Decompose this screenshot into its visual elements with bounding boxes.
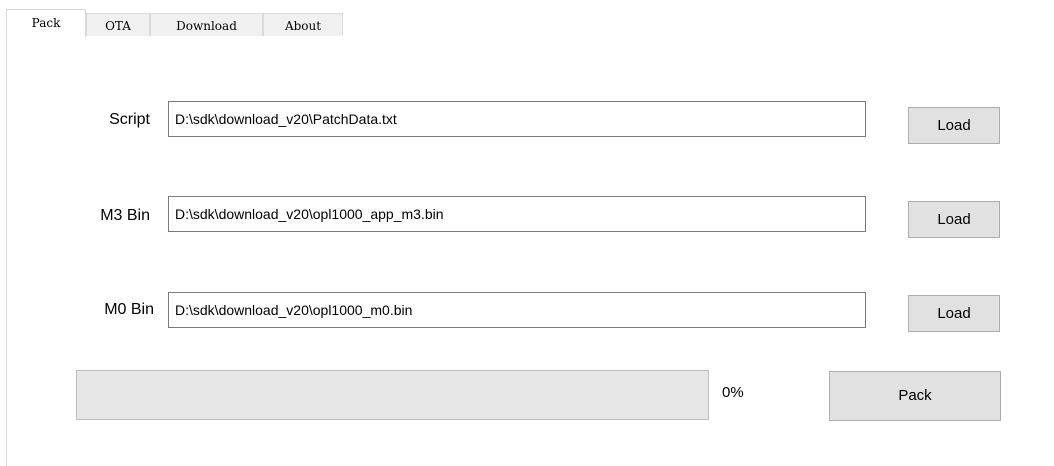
script-load-button[interactable]: Load: [908, 107, 1000, 144]
m0-bin-load-button[interactable]: Load: [908, 295, 1000, 332]
pack-progress-bar: [76, 370, 709, 420]
tab-download[interactable]: Download: [150, 13, 263, 37]
m3-bin-load-button[interactable]: Load: [908, 201, 1000, 238]
pack-button[interactable]: Pack: [829, 371, 1001, 421]
tab-about[interactable]: About: [263, 13, 343, 37]
tab-pack[interactable]: Pack: [6, 9, 86, 38]
script-path-field[interactable]: [168, 101, 866, 137]
pack-panel: Script Load M3 Bin Load M0 Bin Load 0% P…: [6, 36, 1046, 466]
tab-ota[interactable]: OTA: [86, 13, 150, 37]
m3-bin-path-field[interactable]: [168, 196, 866, 232]
m3-bin-label: M3 Bin: [100, 207, 150, 224]
m0-bin-path-field[interactable]: [168, 292, 866, 328]
pack-progress-percent: 0%: [722, 384, 744, 401]
tab-strip: Pack OTA Download About: [6, 9, 1036, 38]
m0-bin-label: M0 Bin: [104, 301, 154, 318]
script-label: Script: [109, 111, 150, 128]
